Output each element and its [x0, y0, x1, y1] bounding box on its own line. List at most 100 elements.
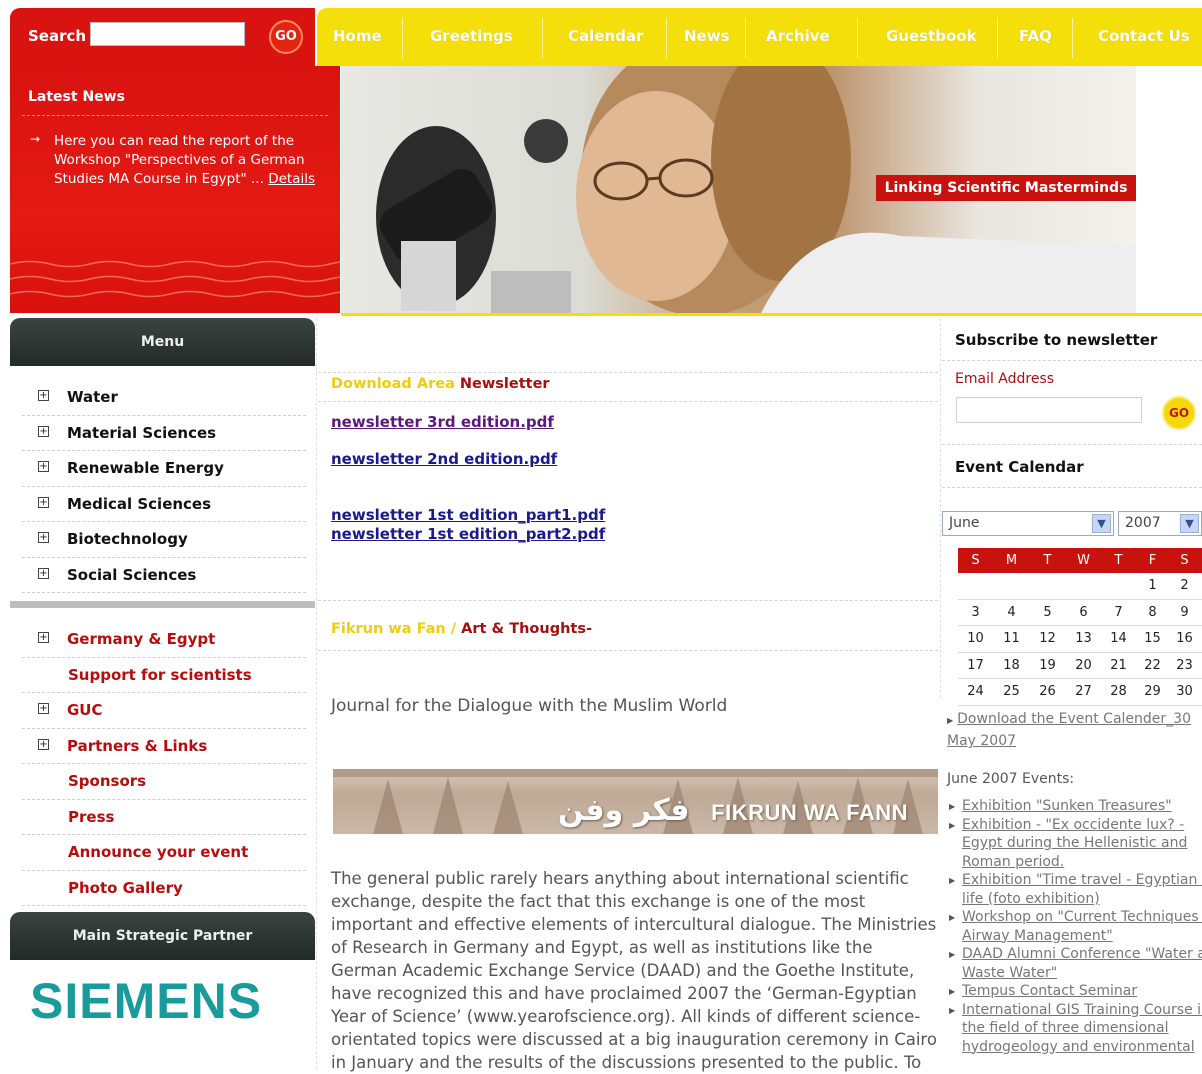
- subscribe-go-button[interactable]: GO: [1162, 396, 1196, 430]
- june-event-link[interactable]: International GIS Training Course in: [962, 1002, 1202, 1018]
- june-event-link[interactable]: life (foto exhibition): [962, 891, 1100, 907]
- june-event-item[interactable]: ▶ Exhibition "Time travel - Egyptian st li…: [947, 871, 1202, 908]
- calendar-day[interactable]: 12: [1030, 626, 1065, 651]
- calendar-day[interactable]: 20: [1066, 653, 1101, 678]
- calendar-day[interactable]: 26: [1030, 679, 1065, 704]
- calendar-day[interactable]: 13: [1066, 626, 1101, 651]
- june-event-link[interactable]: Workshop on "Current Techniques in: [962, 909, 1202, 925]
- calendar-day[interactable]: 21: [1101, 653, 1136, 678]
- calendar-day[interactable]: 27: [1066, 679, 1101, 704]
- menu-item-photo-gallery[interactable]: Photo Gallery: [22, 871, 306, 906]
- calendar-day[interactable]: 28: [1101, 679, 1136, 704]
- menu-item-guc[interactable]: + GUC: [22, 693, 306, 729]
- calendar-day[interactable]: 15: [1135, 626, 1170, 651]
- expand-plus-icon[interactable]: +: [38, 532, 49, 543]
- year-select[interactable]: 2007 ▼: [1118, 511, 1202, 536]
- june-event-item[interactable]: ▶ DAAD Alumni Conference "Water an Waste W…: [947, 945, 1202, 982]
- calendar-day[interactable]: 18: [994, 653, 1029, 678]
- newsletter-1st-edition-part1-link[interactable]: newsletter 1st edition_part1.pdf: [331, 506, 605, 524]
- siemens-logo[interactable]: SIEMENS: [30, 972, 262, 1030]
- calendar-day[interactable]: 2: [1167, 573, 1202, 598]
- june-event-link[interactable]: the field of three dimensional: [962, 1020, 1169, 1036]
- calendar-day[interactable]: 8: [1135, 600, 1170, 625]
- newsletter-3rd-edition-link[interactable]: newsletter 3rd edition.pdf: [331, 413, 554, 431]
- june-event-link[interactable]: Roman period.: [962, 854, 1064, 870]
- nav-news[interactable]: News: [684, 27, 730, 45]
- calendar-day[interactable]: 10: [958, 626, 993, 651]
- calendar-day[interactable]: 17: [958, 653, 993, 678]
- expand-plus-icon[interactable]: +: [38, 632, 49, 643]
- menu-item-announce-event[interactable]: Announce your event: [22, 835, 306, 871]
- june-event-link[interactable]: Tempus Contact Seminar: [962, 983, 1137, 999]
- june-event-link[interactable]: Airway Management": [962, 928, 1113, 944]
- chevron-down-icon[interactable]: ▼: [1092, 514, 1111, 533]
- menu-item-partners-links[interactable]: + Partners & Links: [22, 729, 306, 764]
- menu-item-germany-egypt[interactable]: + Germany & Egypt: [22, 622, 306, 658]
- nav-faq[interactable]: FAQ: [1019, 27, 1052, 45]
- june-event-link[interactable]: Waste Water": [962, 965, 1057, 981]
- calendar-day[interactable]: 14: [1101, 626, 1136, 651]
- expand-plus-icon[interactable]: +: [38, 567, 49, 579]
- expand-plus-icon[interactable]: +: [38, 425, 49, 437]
- june-event-item[interactable]: ▶ Exhibition "Sunken Treasures": [947, 797, 1202, 816]
- calendar-day[interactable]: 7: [1101, 600, 1136, 625]
- june-event-item[interactable]: ▶ Workshop on "Current Techniques in Airwa…: [947, 908, 1202, 945]
- month-select[interactable]: June ▼: [942, 511, 1114, 536]
- nav-greetings[interactable]: Greetings: [430, 27, 513, 45]
- calendar-day[interactable]: 11: [994, 626, 1029, 651]
- nav-guestbook[interactable]: Guestbook: [886, 27, 977, 45]
- menu-item-press[interactable]: Press: [22, 800, 306, 835]
- nav-home[interactable]: Home: [333, 27, 382, 45]
- calendar-day[interactable]: 5: [1030, 600, 1065, 625]
- newsletter-2nd-edition-link[interactable]: newsletter 2nd edition.pdf: [331, 450, 557, 468]
- menu-item-medical-sciences[interactable]: + Medical Sciences: [22, 487, 306, 522]
- menu-item-biotechnology[interactable]: + Biotechnology: [22, 522, 306, 558]
- calendar-day[interactable]: 23: [1167, 653, 1202, 678]
- june-event-link[interactable]: Exhibition - "Ex occidente lux? -: [962, 817, 1184, 833]
- june-events-title: June 2007 Events:: [947, 771, 1075, 787]
- june-event-item[interactable]: ▶ Exhibition - "Ex occidente lux? - Egypt …: [947, 816, 1202, 872]
- calendar-day[interactable]: 25: [994, 679, 1029, 704]
- expand-plus-icon[interactable]: +: [38, 390, 49, 401]
- search-go-button[interactable]: GO: [269, 20, 303, 54]
- nav-contact-us[interactable]: Contact Us: [1098, 27, 1190, 45]
- menu-item-material-sciences[interactable]: + Material Sciences: [22, 416, 306, 451]
- menu-item-sponsors[interactable]: Sponsors: [22, 764, 306, 800]
- calendar-day[interactable]: 1: [1135, 573, 1170, 598]
- chevron-down-icon[interactable]: ▼: [1180, 514, 1199, 533]
- calendar-day[interactable]: 30: [1167, 679, 1202, 704]
- menu-item-water[interactable]: + Water: [22, 380, 306, 416]
- calendar-day[interactable]: 24: [958, 679, 993, 704]
- june-event-link[interactable]: Exhibition "Sunken Treasures": [962, 798, 1172, 814]
- calendar-day[interactable]: 4: [994, 600, 1029, 625]
- june-event-link[interactable]: Egypt during the Hellenistic and: [962, 835, 1187, 851]
- expand-plus-icon[interactable]: +: [38, 496, 49, 508]
- expand-plus-icon[interactable]: +: [38, 461, 49, 472]
- calendar-day[interactable]: 3: [958, 600, 993, 625]
- menu-item-renewable-energy[interactable]: + Renewable Energy: [22, 451, 306, 487]
- download-calendar-link[interactable]: Download the Event Calender_30 May 2007: [947, 711, 1191, 749]
- menu-item-support-for-scientists[interactable]: Support for scientists: [22, 658, 306, 693]
- column-divider: [316, 318, 318, 1069]
- calendar-day[interactable]: 16: [1167, 626, 1202, 651]
- calendar-day[interactable]: 9: [1167, 600, 1202, 625]
- june-event-item[interactable]: ▶ Tempus Contact Seminar: [947, 982, 1202, 1001]
- latest-news-details-link[interactable]: Details: [268, 171, 315, 187]
- calendar-day[interactable]: 22: [1135, 653, 1170, 678]
- june-event-link[interactable]: Exhibition "Time travel - Egyptian st: [962, 872, 1202, 888]
- june-event-link[interactable]: hydrogeology and environmental: [962, 1039, 1195, 1055]
- email-input[interactable]: [956, 397, 1142, 423]
- newsletter-1st-edition-part2-link[interactable]: newsletter 1st edition_part2.pdf: [331, 525, 605, 543]
- calendar-day[interactable]: 19: [1030, 653, 1065, 678]
- nav-calendar[interactable]: Calendar: [568, 27, 643, 45]
- calendar-day[interactable]: 6: [1066, 600, 1101, 625]
- expand-plus-icon[interactable]: +: [38, 703, 49, 714]
- nav-archive[interactable]: Archive: [766, 27, 830, 45]
- menu-item-social-sciences[interactable]: + Social Sciences: [22, 558, 306, 593]
- june-event-link[interactable]: DAAD Alumni Conference "Water an: [962, 946, 1202, 962]
- expand-plus-icon[interactable]: +: [38, 738, 49, 750]
- calendar-day[interactable]: 29: [1135, 679, 1170, 704]
- june-event-item[interactable]: ▶ International GIS Training Course in the…: [947, 1001, 1202, 1057]
- fikrun-banner[interactable]: فكر وفن FIKRUN WA FANN: [333, 769, 938, 834]
- search-input[interactable]: [90, 22, 245, 46]
